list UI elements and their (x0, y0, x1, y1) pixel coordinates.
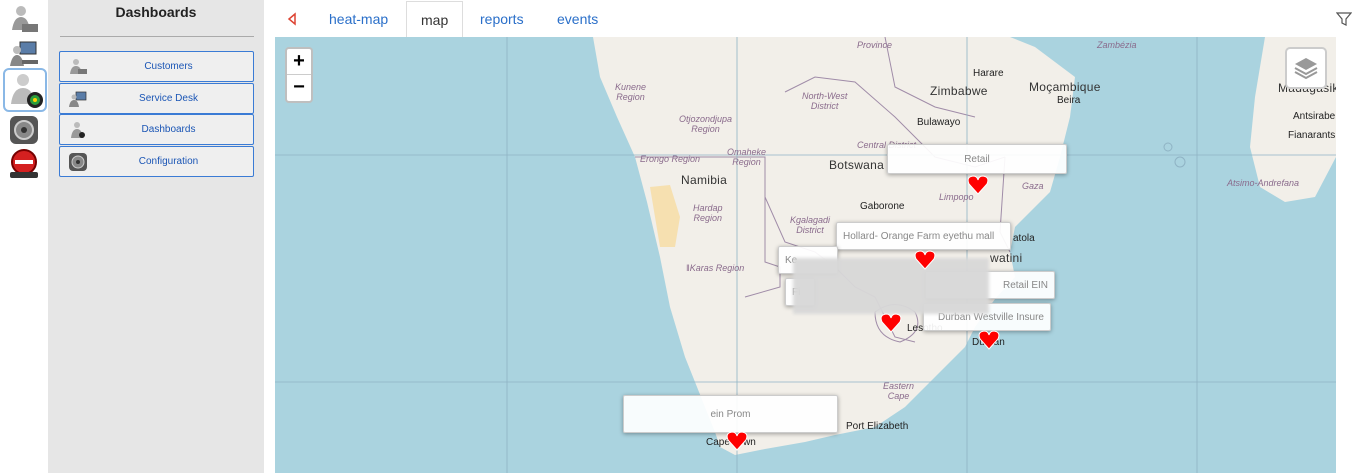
map-label: Gaza (1022, 181, 1044, 191)
map-label: Hardap Region (693, 203, 723, 223)
service-desk-icon (68, 89, 88, 109)
service-desk-icon[interactable] (8, 38, 40, 70)
dashboards-icon (68, 120, 88, 140)
map-label: Zambézia (1097, 40, 1137, 50)
map-label: Kunene Region (615, 82, 647, 102)
map-label: Kgalagadi District (790, 215, 831, 235)
map-label: Atsimo-Andrefana (1227, 178, 1300, 188)
heart-marker-icon[interactable] (914, 250, 936, 270)
heart-marker-icon[interactable] (726, 431, 748, 451)
redacted-overlay (793, 258, 989, 314)
map-label: atola (1013, 233, 1035, 244)
logout-icon[interactable] (8, 148, 40, 180)
dashboards-button[interactable]: Dashboards (59, 114, 254, 145)
icon-rail (0, 0, 48, 473)
dashboards-panel: Dashboards Customers Service Desk Dashbo… (48, 0, 264, 473)
map-label: Antsirabe (1293, 111, 1336, 122)
map-label: Botswana (829, 158, 885, 172)
customers-button[interactable]: Customers (59, 51, 254, 82)
dashboards-label: Dashboards (141, 124, 196, 135)
map-label: Moçambique (1029, 80, 1101, 94)
tab-heat-map[interactable]: heat-map (329, 11, 388, 27)
customers-label: Customers (144, 61, 193, 72)
tab-reports[interactable]: reports (480, 11, 524, 27)
map-label: Harare (973, 68, 1004, 79)
tab-events[interactable]: events (557, 11, 598, 27)
map-view[interactable]: Province Zambézia Harare Zimbabwe Moçamb… (275, 37, 1336, 473)
map-label: Bulawayo (917, 117, 961, 128)
divider (60, 36, 254, 37)
map-label: ǁKaras Region (686, 263, 745, 273)
layers-icon (1294, 58, 1318, 80)
map-label: Namibia (681, 173, 728, 187)
zoom-control: + − (285, 47, 313, 103)
map-label: Fianarants (1288, 130, 1336, 141)
map-label: watini (990, 251, 1023, 265)
zoom-in-button[interactable]: + (287, 49, 311, 75)
configuration-icon (68, 152, 88, 172)
heart-marker-icon[interactable] (880, 313, 902, 333)
map-label: Port Elizabeth (846, 421, 909, 432)
map-label: Otjozondjupa Region (679, 114, 733, 134)
heart-marker-icon[interactable] (978, 330, 1000, 350)
configuration-label: Configuration (138, 156, 199, 167)
panel-title: Dashboards (115, 4, 197, 20)
map-label: Erongo Region (640, 154, 701, 164)
dashboards-icon[interactable] (3, 68, 47, 112)
user-desk-icon[interactable] (8, 4, 40, 36)
marker-popup[interactable]: ein Prom (623, 395, 838, 433)
service-desk-button[interactable]: Service Desk (59, 83, 254, 114)
configuration-gear-icon[interactable] (8, 114, 40, 146)
tab-map[interactable]: map (406, 1, 464, 38)
tab-bar: heat-map map reports events (275, 0, 1360, 38)
layers-button[interactable] (1285, 47, 1327, 89)
customers-icon (68, 57, 88, 77)
heart-marker-icon[interactable] (967, 175, 989, 195)
map-label: Beira (1057, 95, 1081, 106)
back-arrow-icon[interactable] (285, 12, 299, 26)
map-label: Gaborone (860, 201, 905, 212)
marker-popup[interactable]: Retail (887, 144, 1067, 174)
configuration-button[interactable]: Configuration (59, 146, 254, 177)
map-label: Omaheke Region (727, 147, 767, 167)
map-label: Zimbabwe (930, 84, 988, 98)
zoom-out-button[interactable]: − (287, 75, 311, 101)
marker-popup[interactable]: Hollard- Orange Farm eyethu mall (836, 222, 1011, 250)
map-label: Province (857, 40, 893, 50)
map-label: Eastern Cape (883, 381, 915, 401)
filter-icon[interactable] (1335, 11, 1353, 27)
map-label: North-West District (802, 91, 848, 111)
service-desk-label: Service Desk (139, 93, 198, 104)
